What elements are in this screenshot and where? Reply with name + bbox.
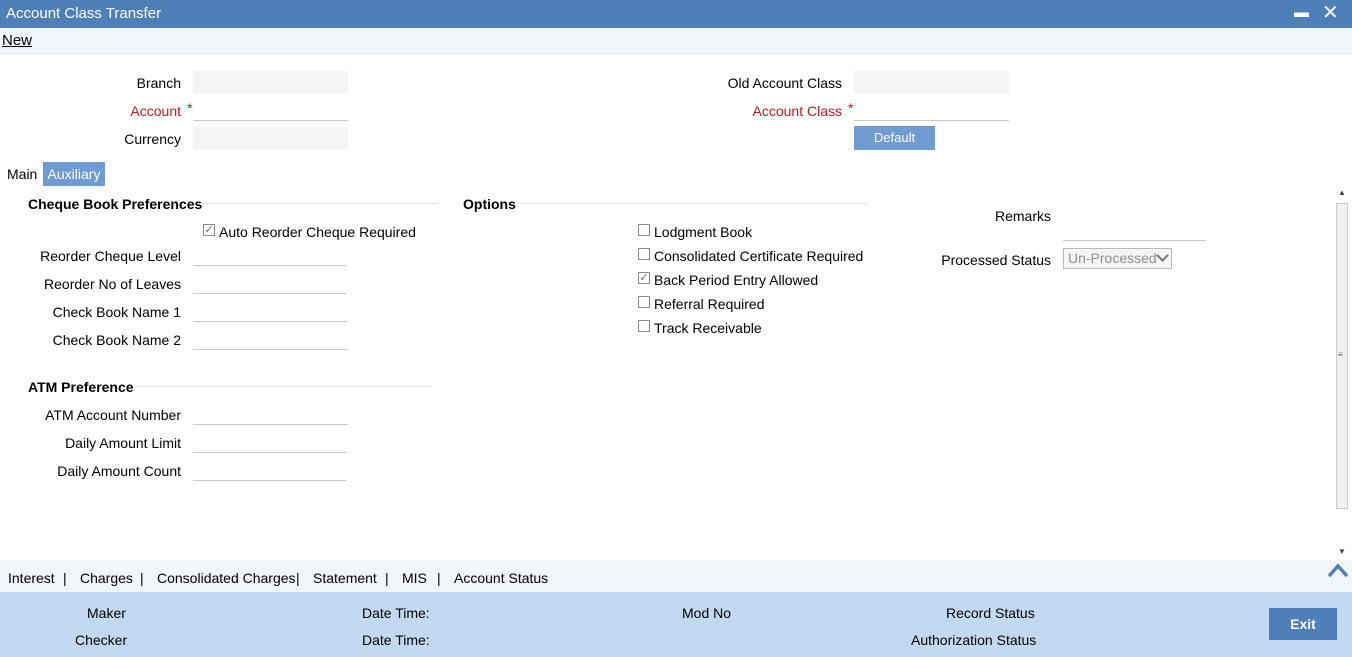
- daily-amount-limit-label: Daily Amount Limit: [65, 435, 181, 451]
- section-divider: [200, 203, 438, 204]
- reorder-cheque-level-label: Reorder Cheque Level: [40, 248, 181, 264]
- processed-status-value: Un-Processed: [1068, 250, 1157, 266]
- daily-amount-count-label: Daily Amount Count: [57, 463, 181, 479]
- account-class-field[interactable]: [854, 99, 1009, 121]
- auto-reorder-label: Auto Reorder Cheque Required: [219, 224, 416, 240]
- check-book-name1-field[interactable]: [193, 300, 348, 322]
- audit-footer: [0, 592, 1352, 657]
- exit-button[interactable]: Exit: [1269, 608, 1337, 640]
- close-icon[interactable]: ✕: [1322, 0, 1339, 25]
- account-status-link[interactable]: Account Status: [454, 570, 548, 586]
- currency-label: Currency: [124, 131, 181, 147]
- default-button[interactable]: Default: [854, 126, 935, 150]
- account-class-required-mark: *: [848, 100, 854, 116]
- scroll-up-icon[interactable]: ▲: [1338, 188, 1346, 197]
- record-status-label: Record Status: [946, 605, 1035, 621]
- reorder-cheque-level-field[interactable]: [193, 244, 346, 266]
- option-checkbox[interactable]: [638, 248, 650, 260]
- remarks-field[interactable]: [1063, 219, 1206, 241]
- options-title: Options: [463, 196, 516, 212]
- old-account-class-field[interactable]: [854, 71, 1009, 93]
- option-checkbox[interactable]: [638, 224, 650, 236]
- check-book-name2-label: Check Book Name 2: [52, 332, 181, 348]
- processed-status-label: Processed Status: [941, 252, 1051, 268]
- chevron-down-icon: [1156, 249, 1169, 262]
- processed-status-select[interactable]: Un-Processed: [1063, 248, 1172, 269]
- consolidated-charges-link[interactable]: Consolidated Charges: [157, 570, 296, 586]
- scroll-down-icon[interactable]: ▼: [1338, 547, 1346, 556]
- account-required-mark: *: [187, 100, 193, 116]
- link-separator: |: [296, 570, 300, 586]
- account-field[interactable]: [193, 99, 348, 121]
- minimize-icon[interactable]: ▬: [1294, 4, 1309, 21]
- daily-amount-limit-field[interactable]: [193, 431, 346, 453]
- mis-link[interactable]: MIS: [402, 570, 427, 586]
- link-separator: |: [63, 570, 67, 586]
- account-class-label: Account Class: [752, 103, 842, 119]
- mod-no-label: Mod No: [682, 605, 732, 621]
- link-separator: |: [385, 570, 389, 586]
- section-divider: [136, 386, 432, 387]
- checker-date-time-label: Date Time:: [362, 632, 430, 648]
- remarks-label: Remarks: [994, 208, 1051, 224]
- check-book-name2-field[interactable]: [193, 328, 348, 350]
- authorization-status-label: Authorization Status: [911, 632, 1037, 648]
- tab-main[interactable]: Main: [7, 166, 37, 182]
- charges-link[interactable]: Charges: [80, 570, 133, 586]
- branch-field[interactable]: [193, 71, 348, 93]
- check-book-name1-label: Check Book Name 1: [52, 304, 181, 320]
- chevron-up-icon[interactable]: [1326, 561, 1350, 579]
- auto-reorder-checkbox[interactable]: [203, 224, 215, 236]
- atm-account-number-field[interactable]: [193, 403, 348, 425]
- daily-amount-count-field[interactable]: [193, 459, 346, 481]
- cheque-book-preferences-title: Cheque Book Preferences: [28, 196, 203, 212]
- atm-account-number-label: ATM Account Number: [45, 407, 181, 423]
- maker-label: Maker: [87, 605, 126, 621]
- option-checkbox[interactable]: [638, 272, 650, 284]
- account-label: Account: [130, 103, 181, 119]
- section-divider: [518, 203, 868, 204]
- bottom-link-bar: Interest | Charges | Consolidated Charge…: [0, 560, 1352, 592]
- scroll-grip-icon: ≡: [1338, 350, 1343, 359]
- statement-link[interactable]: Statement: [313, 570, 377, 586]
- branch-label: Branch: [136, 75, 181, 91]
- currency-field[interactable]: [193, 127, 348, 149]
- menu-bar: New: [0, 28, 1352, 54]
- link-separator: |: [140, 570, 144, 586]
- reorder-leaves-label: Reorder No of Leaves: [44, 276, 181, 292]
- atm-preference-title: ATM Preference: [28, 379, 134, 395]
- reorder-leaves-field[interactable]: [193, 272, 346, 294]
- window-title-bar: Account Class Transfer ▬ ✕: [0, 0, 1352, 28]
- option-label: Track Receivable: [654, 320, 762, 336]
- tab-auxiliary[interactable]: Auxiliary: [43, 162, 105, 186]
- new-link[interactable]: New: [2, 32, 32, 49]
- link-separator: |: [437, 570, 441, 586]
- interest-link[interactable]: Interest: [8, 570, 55, 586]
- window-title: Account Class Transfer: [6, 5, 162, 22]
- option-checkbox[interactable]: [638, 296, 650, 308]
- maker-date-time-label: Date Time:: [362, 605, 430, 621]
- option-label: Back Period Entry Allowed: [654, 272, 819, 288]
- option-label: Referral Required: [654, 296, 765, 312]
- option-label: Consolidated Certificate Required: [654, 248, 864, 264]
- option-label: Lodgment Book: [654, 224, 753, 240]
- old-account-class-label: Old Account Class: [727, 75, 842, 91]
- option-checkbox[interactable]: [638, 320, 650, 332]
- checker-label: Checker: [75, 632, 128, 648]
